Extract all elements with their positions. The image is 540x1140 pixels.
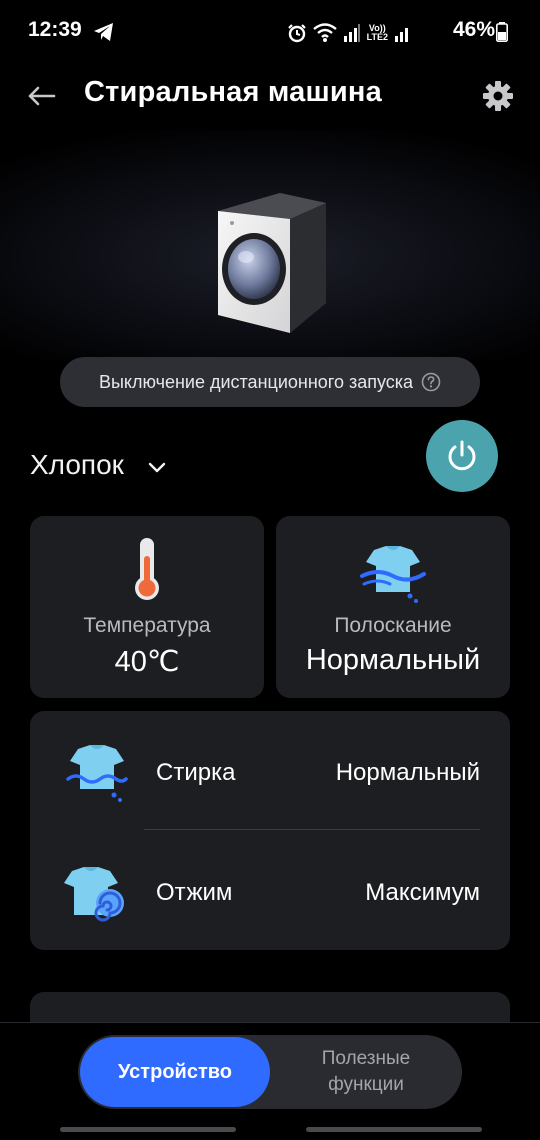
tab-device[interactable]: Устройство (80, 1037, 270, 1107)
wash-label: Стирка (156, 759, 236, 786)
spin-label: Отжим (156, 879, 233, 906)
tab-useful-functions[interactable]: Полезные функции (272, 1037, 460, 1107)
temperature-card[interactable]: Температура 40℃ (30, 516, 264, 698)
wash-settings-card: Стирка Нормальный Отжим Максимум (30, 711, 510, 950)
remote-start-label: Выключение дистанционного запуска (98, 371, 414, 392)
gesture-bar-right (306, 1127, 482, 1132)
chevron-down-icon[interactable] (146, 456, 168, 478)
list-divider (144, 829, 480, 830)
spin-setting-row[interactable]: Отжим Максимум (30, 835, 510, 947)
status-bar: 12:39 Vo)) LTE2 46% (0, 0, 540, 66)
remote-start-status[interactable]: Выключение дистанционного запуска (60, 357, 480, 407)
signal-icon (343, 24, 360, 42)
status-time: 12:39 (28, 18, 82, 41)
shirt-wave-icon (360, 546, 426, 603)
signal-icon-2 (395, 28, 408, 42)
course-selector[interactable]: Хлопок (30, 449, 124, 481)
gesture-bar-left (60, 1127, 236, 1132)
network-label: Vo)) LTE2 (366, 23, 388, 42)
wash-value: Нормальный (335, 759, 480, 786)
telegram-icon (94, 23, 113, 41)
temperature-value: 40℃ (114, 646, 180, 678)
power-icon (448, 440, 476, 471)
status-icons: Vo)) LTE2 (287, 20, 410, 46)
thermometer-icon (135, 538, 159, 600)
alarm-icon (287, 24, 306, 43)
shirt-wash-icon (66, 745, 128, 802)
spin-value: Максимум (365, 879, 480, 906)
question-circle-icon[interactable] (421, 372, 441, 392)
washer-screen: 12:39 Vo)) LTE2 46% Стиральная машина Вы… (0, 0, 540, 1140)
back-button[interactable] (24, 78, 60, 114)
gear-icon[interactable] (480, 78, 516, 114)
device-hero (0, 130, 540, 360)
wash-setting-row[interactable]: Стирка Нормальный (30, 715, 510, 827)
rinse-value: Нормальный (305, 644, 481, 676)
temperature-label: Температура (83, 614, 211, 637)
rinse-card[interactable]: Полоскание Нормальный (276, 516, 510, 698)
bottom-navigation: Устройство Полезные функции (0, 1022, 540, 1140)
power-button[interactable] (426, 420, 498, 492)
tab-switcher: Устройство Полезные функции (78, 1035, 462, 1109)
rinse-label: Полоскание (334, 614, 452, 637)
page-title: Стиральная машина (84, 76, 382, 108)
shirt-spin-icon (64, 867, 124, 922)
wifi-icon (312, 23, 337, 42)
battery-percent: 46% (452, 18, 495, 41)
washing-machine-image (218, 193, 326, 333)
battery-icon (496, 22, 508, 42)
